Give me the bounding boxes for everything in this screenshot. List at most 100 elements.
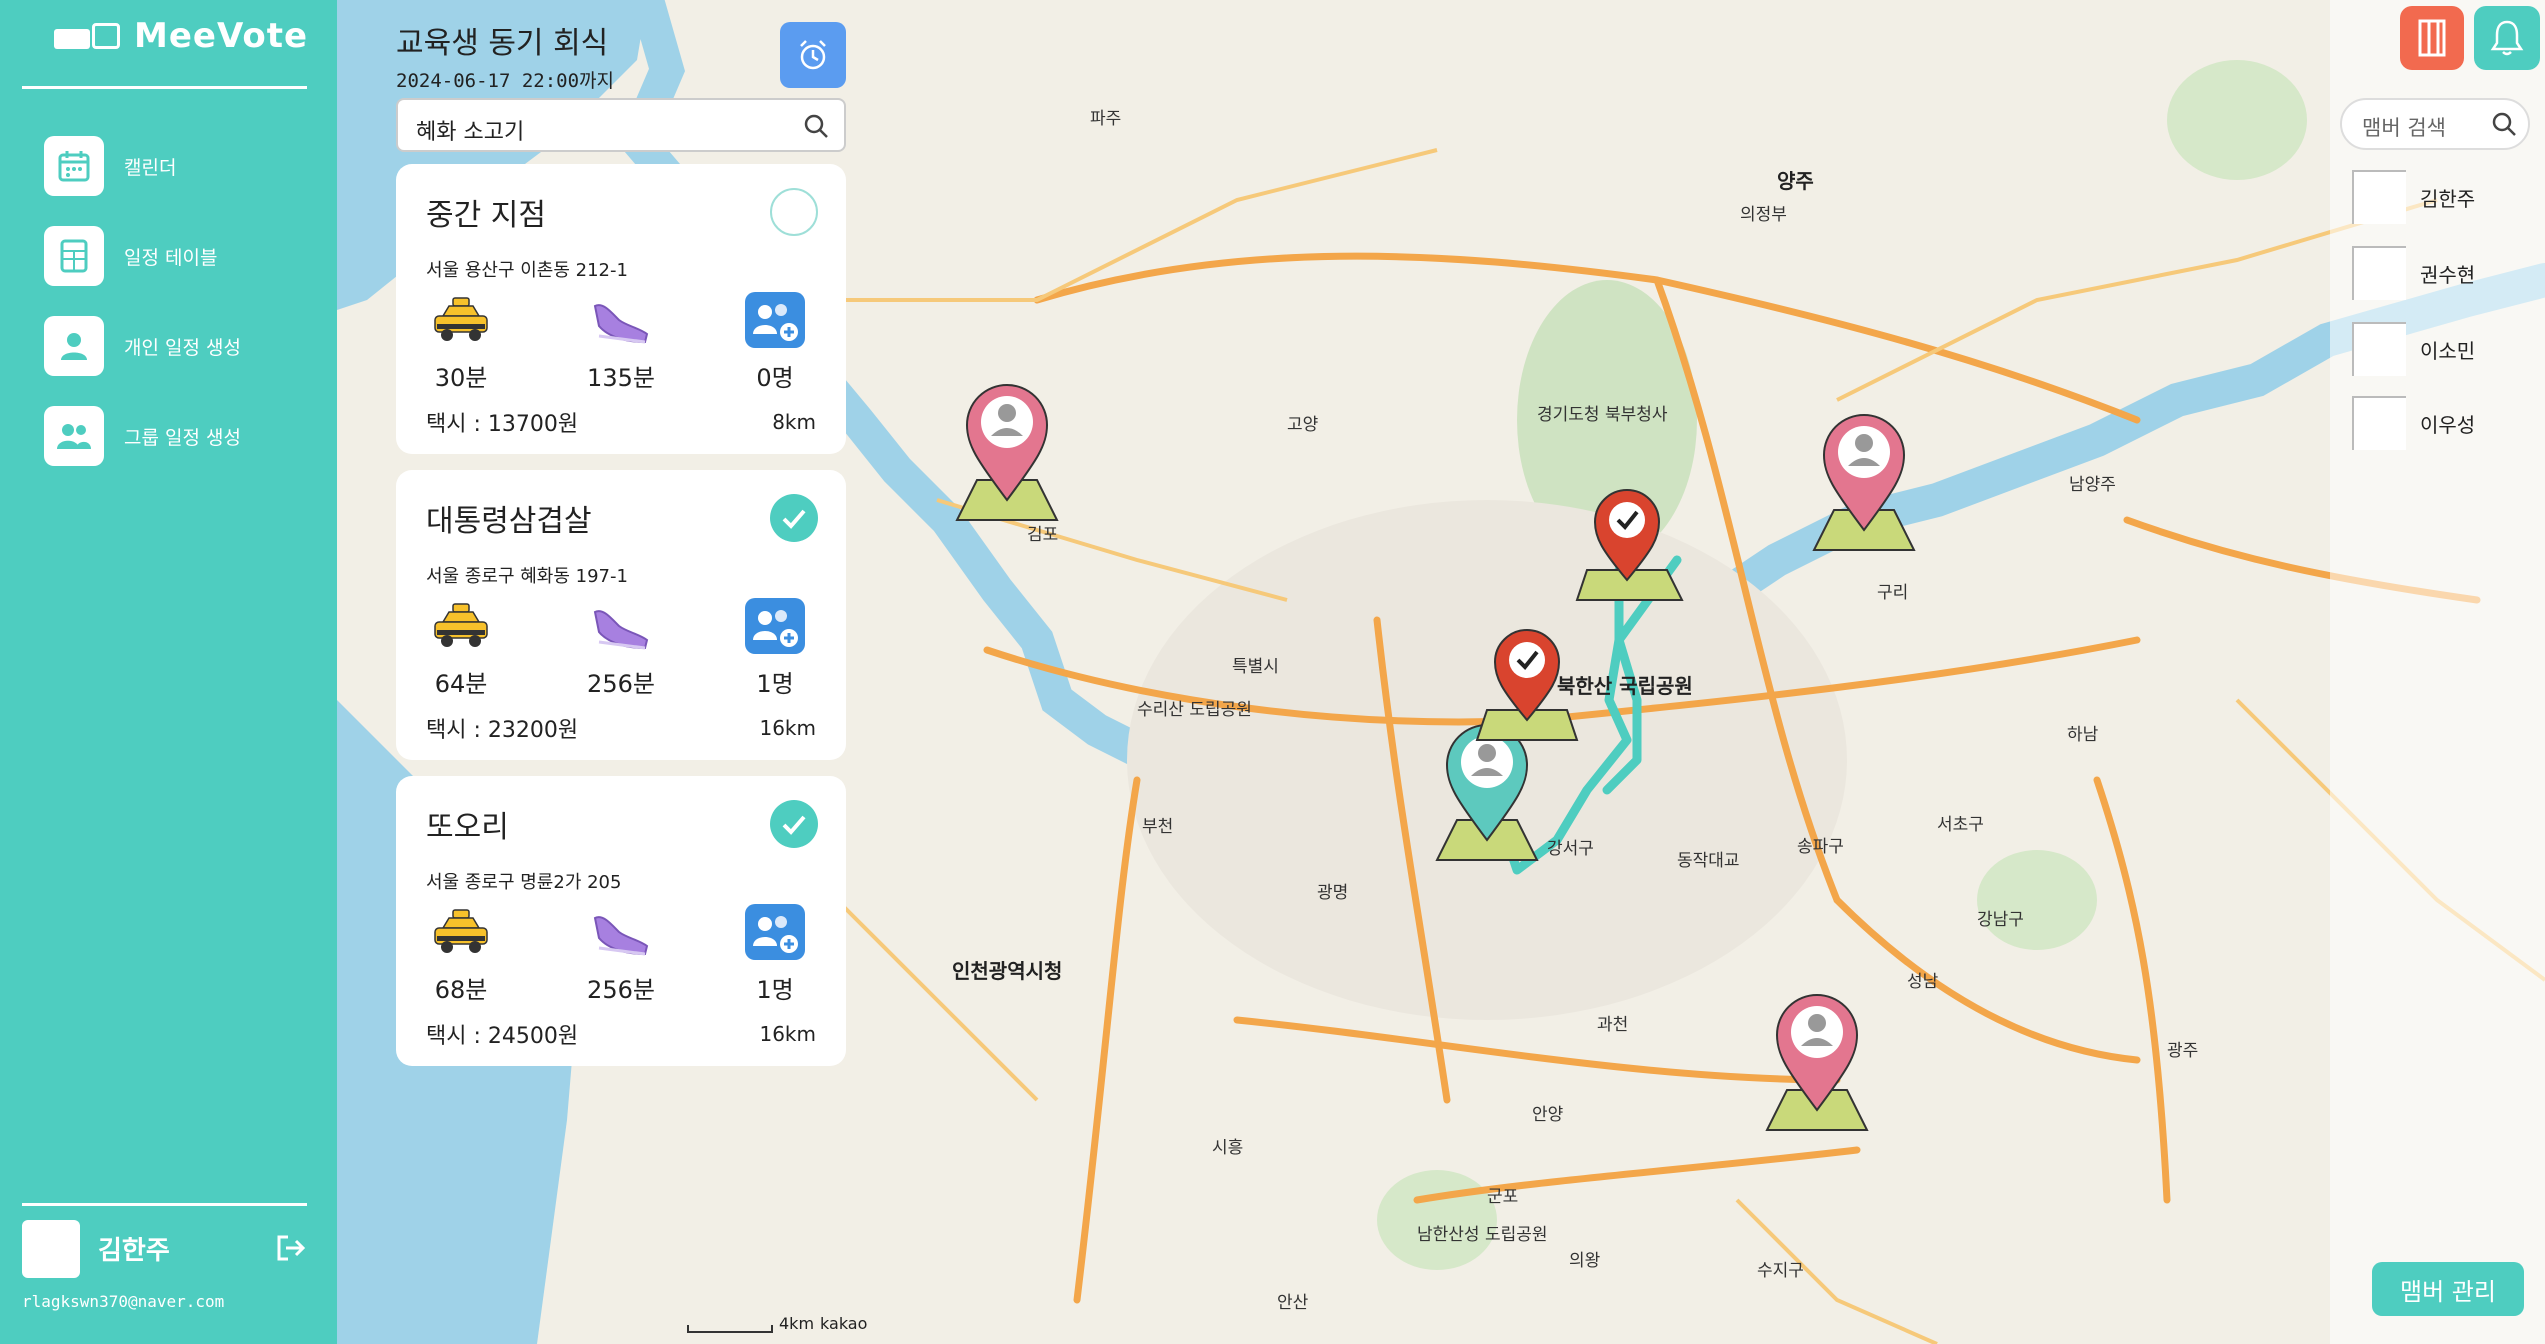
sidebar-item-label: 캘린더 [124,156,177,179]
people-count: 1명 [756,670,794,698]
member-item[interactable]: 이소민 [2352,322,2475,376]
map-label: 고양 [1287,415,1319,435]
map-label: 동작대교 [1677,851,1740,871]
avatar [22,1220,80,1278]
sneaker-icon [593,610,649,650]
member-search-input[interactable]: 맴버 검색 [2340,98,2530,150]
people-count: 1명 [756,976,794,1004]
sidebar-item-label: 개인 일정 생성 [124,336,241,359]
people-stat: 0명 [730,292,820,393]
sidebar-item-group-schedule[interactable]: 그룹 일정 생성 [44,406,241,466]
alarm-button[interactable] [780,22,846,88]
map-label: 안산 [1277,1293,1309,1313]
place-card[interactable]: 또오리 서울 종로구 명륜2가 205 68분 256분 1명 택시 : 245… [396,776,846,1066]
sidebar-item-schedule-table[interactable]: 일정 테이블 [44,226,217,286]
map-provider: kakao [820,1314,868,1333]
user-email: rlagkswn370@naver.com [22,1292,225,1311]
user-name: 김한주 [98,1236,170,1266]
walk-stat: 256분 [576,904,666,1005]
add-group-icon [745,598,805,654]
walk-stat: 135분 [576,292,666,393]
sidebar-item-label: 그룹 일정 생성 [124,426,241,449]
member-avatar [2352,396,2406,450]
taxi-time: 68분 [434,976,488,1004]
map-label: 파주 [1090,109,1122,129]
member-avatar [2352,322,2406,376]
taxi-icon [434,909,488,953]
member-item[interactable]: 권수현 [2352,246,2475,300]
bell-icon [2490,20,2524,56]
place-address: 서울 용산구 이촌동 212-1 [426,260,628,281]
event-deadline: 2024-06-17 22:00까지 [396,70,614,92]
divider [22,86,307,89]
walk-time: 256분 [587,976,655,1004]
search-value: 혜화 소고기 [416,120,525,145]
people-stat: 1명 [730,904,820,1005]
logout-icon[interactable] [276,1234,306,1266]
member-item[interactable]: 이우성 [2352,396,2475,450]
notification-button[interactable] [2474,6,2540,70]
taxi-fare: 택시 : 24500원 [426,1024,579,1049]
app-logo[interactable]: MeeVote [54,16,308,56]
map-label: 강서구 [1547,839,1594,859]
check-icon [782,815,806,835]
sidebar: MeeVote 캘린더 일정 테이블 개인 일정 생성 그룹 일정 생성 김한주… [0,0,337,1344]
table-icon [44,226,104,286]
sneaker-icon [593,916,649,956]
map-label: 안양 [1532,1105,1564,1125]
map-label: 의왕 [1569,1251,1601,1271]
place-card[interactable]: 중간 지점 서울 용산구 이촌동 212-1 30분 135분 0명 택시 : … [396,164,846,454]
select-checkbox[interactable] [770,800,818,848]
add-group-icon [745,292,805,348]
select-checkbox[interactable] [770,494,818,542]
place-name: 중간 지점 [426,198,546,233]
event-title: 교육생 동기 회식 [396,26,609,61]
check-icon [782,509,806,529]
alarm-clock-icon [800,40,826,70]
taxi-fare: 택시 : 13700원 [426,412,579,437]
taxi-stat: 30분 [416,292,506,393]
member-pin-marker [955,384,1059,521]
event-header: 교육생 동기 회식 2024-06-17 22:00까지 [396,18,614,93]
member-name: 이소민 [2420,338,2476,363]
place-address: 서울 종로구 혜화동 197-1 [426,566,628,587]
scale-bar [687,1325,773,1333]
map-label: 양주 [1777,169,1814,193]
taxi-icon [434,297,488,341]
people-stat: 1명 [730,598,820,699]
sidebar-item-calendar[interactable]: 캘린더 [44,136,176,196]
distance: 16km [759,716,816,740]
taxi-fare: 택시 : 23200원 [426,718,579,743]
map-label: 김포 [1027,525,1059,545]
place-name: 또오리 [426,810,509,845]
map-label: 광주 [2167,1041,2199,1061]
manage-members-button[interactable]: 맴버 관리 [2372,1262,2524,1316]
sidebar-item-personal-schedule[interactable]: 개인 일정 생성 [44,316,241,376]
place-card[interactable]: 대통령삼겹살 서울 종로구 혜화동 197-1 64분 256분 1명 택시 :… [396,470,846,760]
walk-time: 256분 [587,670,655,698]
group-icon [44,406,104,466]
select-checkbox[interactable] [770,188,818,236]
map-label: 남양주 [2069,475,2116,495]
map-scale: 4km kakao [687,1314,867,1333]
logo-icon [54,21,124,51]
search-icon[interactable] [2490,110,2518,142]
place-search-input[interactable]: 혜화 소고기 [396,98,846,152]
app-name: MeeVote [134,16,309,56]
map-label: 특별시 [1232,657,1279,677]
map-label: 강남구 [1977,910,2024,930]
distance: 16km [759,1022,816,1046]
map-label: 과천 [1597,1015,1629,1035]
search-icon[interactable] [802,112,830,144]
people-count: 0명 [756,364,794,392]
member-item[interactable]: 김한주 [2352,170,2475,224]
map-label: 구리 [1877,583,1909,603]
add-group-icon [745,904,805,960]
map-label: 송파구 [1797,837,1844,857]
exit-button[interactable] [2400,6,2464,70]
map-label: 성남 [1907,972,1939,992]
map-label: 의정부 [1740,205,1787,225]
map-label: 광명 [1317,883,1349,903]
taxi-time: 64분 [434,670,488,698]
map-label: 부천 [1142,817,1174,837]
